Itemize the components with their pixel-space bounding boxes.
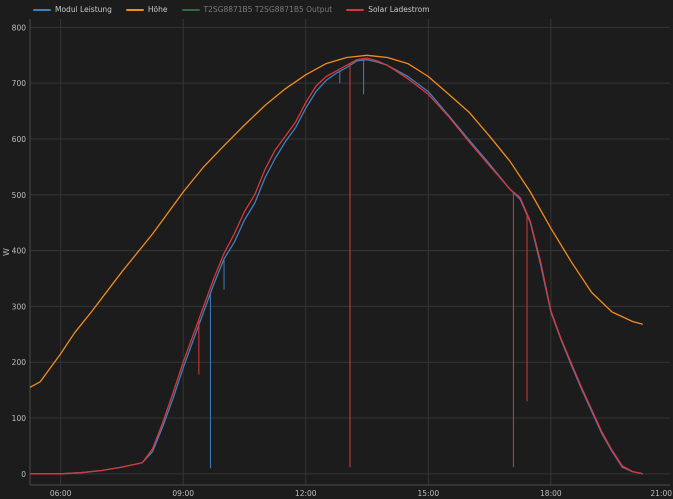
x-tick-label: 15:00 bbox=[417, 489, 439, 498]
y-tick-label: 100 bbox=[12, 414, 27, 423]
x-tick-label: 21:00 bbox=[650, 489, 672, 498]
chart-panel: Modul Leistung Höhe T2SG8871B5 T2SG8871B… bbox=[0, 0, 673, 499]
x-tick-label: 09:00 bbox=[172, 489, 194, 498]
plot-area: 0 100 200 300 400 500 600 700 800 06:00 09:00 12:00… bbox=[2, 19, 673, 498]
x-tick-label: 06:00 bbox=[50, 489, 72, 498]
x-tick-label: 18:00 bbox=[540, 489, 562, 498]
y-tick-label: 600 bbox=[12, 135, 27, 144]
y-tick-label: 400 bbox=[12, 247, 27, 256]
y-tick-label: 300 bbox=[12, 302, 27, 311]
x-tick-label: 12:00 bbox=[295, 489, 317, 498]
y-tick-label: 200 bbox=[12, 358, 27, 367]
y-tick-label: 500 bbox=[12, 191, 27, 200]
y-axis-label: W bbox=[2, 248, 11, 256]
y-tick-label: 0 bbox=[21, 470, 26, 479]
y-tick-label: 800 bbox=[12, 23, 27, 32]
y-tick-label: 700 bbox=[12, 79, 27, 88]
